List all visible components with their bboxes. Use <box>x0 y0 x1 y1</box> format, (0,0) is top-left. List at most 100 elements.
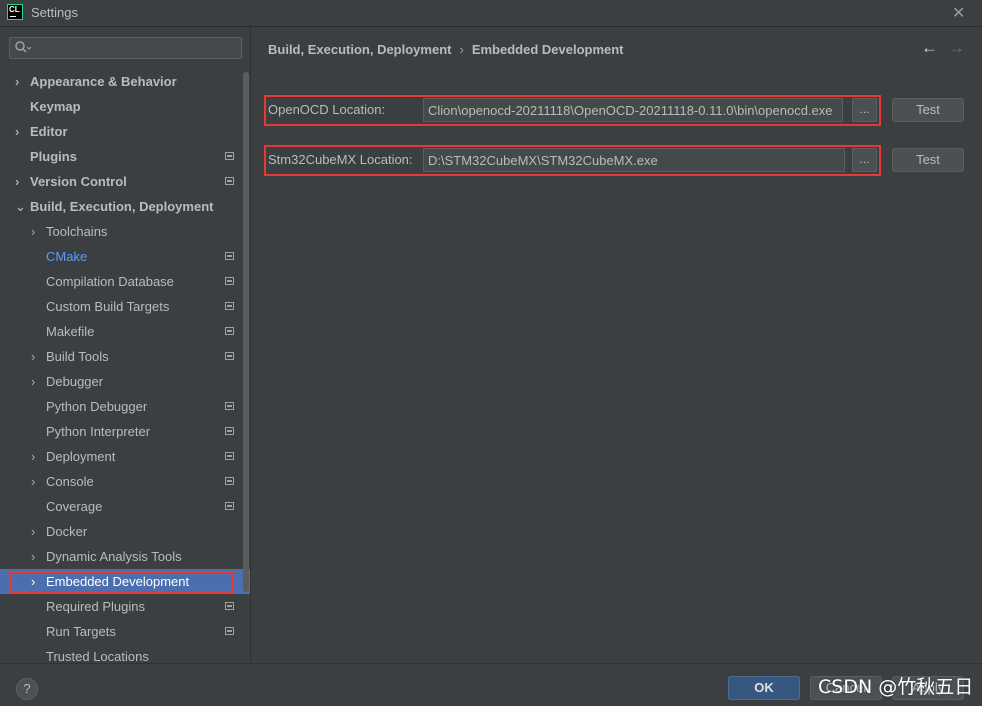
sidebar-item-label: Makefile <box>46 324 95 339</box>
sidebar-item-label: Editor <box>30 124 68 139</box>
chevron-right-icon[interactable]: › <box>31 344 35 369</box>
sidebar-item-label: CMake <box>46 249 88 264</box>
sidebar-item-toolchains[interactable]: › Toolchains <box>0 219 250 244</box>
sidebar-item-run-targets[interactable]: Run Targets <box>0 619 250 644</box>
stm32cubemx-location-field[interactable] <box>423 148 845 172</box>
search-input[interactable] <box>34 40 238 58</box>
stm32cubemx-location-input[interactable] <box>428 149 842 171</box>
sidebar-item-keymap[interactable]: Keymap <box>0 94 250 119</box>
chevron-right-icon[interactable]: › <box>15 169 19 194</box>
openocd-test-button[interactable]: Test <box>892 98 964 122</box>
sidebar-item-label: Dynamic Analysis Tools <box>46 549 182 564</box>
sidebar-item-label: Coverage <box>46 499 103 514</box>
chevron-right-icon[interactable]: › <box>15 119 19 144</box>
sidebar-item-label: Embedded Development <box>46 574 190 589</box>
dialog-footer: ? OK Cancel Apply CSDN @竹秋五日 <box>0 663 982 706</box>
settings-sidebar: › Appearance & Behavior Keymap › Editor Plugi… <box>0 27 250 663</box>
sidebar-item-build-tools[interactable]: › Build Tools <box>0 344 250 369</box>
chevron-down-icon[interactable]: ⌄ <box>15 194 26 219</box>
sidebar-item-console[interactable]: › Console <box>0 469 250 494</box>
ok-button[interactable]: OK <box>728 676 800 700</box>
close-icon[interactable]: ✕ <box>952 3 965 23</box>
search-icon <box>15 41 32 53</box>
chevron-right-icon[interactable]: › <box>31 469 35 494</box>
breadcrumb: Build, Execution, Deployment › Embedded De… <box>268 42 624 57</box>
chevron-right-icon[interactable]: › <box>31 519 35 544</box>
project-level-icon <box>225 302 234 310</box>
openocd-location-field[interactable] <box>423 98 843 122</box>
cancel-button[interactable]: Cancel <box>810 676 882 700</box>
sidebar-item-label: Toolchains <box>46 224 108 239</box>
sidebar-item-label: Build, Execution, Deployment <box>30 199 214 214</box>
sidebar-item-docker[interactable]: › Docker <box>0 519 250 544</box>
sidebar-scrollbar-thumb[interactable] <box>243 72 249 592</box>
project-level-icon <box>225 627 234 635</box>
project-level-icon <box>225 327 234 335</box>
stm32cubemx-browse-button[interactable]: ... <box>852 148 877 172</box>
sidebar-item-appearance-behavior[interactable]: › Appearance & Behavior <box>0 69 250 94</box>
settings-content: Build, Execution, Deployment › Embedded De… <box>251 27 982 663</box>
openocd-location-input[interactable] <box>428 99 842 121</box>
logo-text: CL <box>9 5 20 14</box>
chevron-right-icon[interactable]: › <box>31 544 35 569</box>
project-level-icon <box>225 427 234 435</box>
sidebar-item-label: Appearance & Behavior <box>30 74 177 89</box>
sidebar-item-compilation-database[interactable]: Compilation Database <box>0 269 250 294</box>
sidebar-item-makefile[interactable]: Makefile <box>0 319 250 344</box>
sidebar-item-plugins[interactable]: Plugins <box>0 144 250 169</box>
sidebar-item-build-execution-deployment[interactable]: ⌄ Build, Execution, Deployment <box>0 194 250 219</box>
back-arrow-icon[interactable]: ← <box>921 38 938 58</box>
sidebar-item-label: Compilation Database <box>46 274 174 289</box>
sidebar-item-label: Run Targets <box>46 624 116 639</box>
stm32cubemx-location-label: Stm32CubeMX Location: <box>268 152 413 167</box>
sidebar-item-python-debugger[interactable]: Python Debugger <box>0 394 250 419</box>
chevron-right-icon[interactable]: › <box>31 569 35 594</box>
sidebar-item-required-plugins[interactable]: Required Plugins <box>0 594 250 619</box>
sidebar-item-label: Python Interpreter <box>46 424 151 439</box>
chevron-right-icon[interactable]: › <box>31 219 35 244</box>
sidebar-item-embedded-development[interactable]: › Embedded Development <box>0 569 250 594</box>
project-level-icon <box>225 277 234 285</box>
help-button[interactable]: ? <box>16 678 38 700</box>
settings-tree: › Appearance & Behavior Keymap › Editor Plugi… <box>0 69 250 663</box>
project-level-icon <box>225 152 234 160</box>
project-level-icon <box>225 352 234 360</box>
forward-arrow-icon[interactable]: → <box>948 38 965 58</box>
sidebar-item-editor[interactable]: › Editor <box>0 119 250 144</box>
sidebar-item-dynamic-analysis-tools[interactable]: › Dynamic Analysis Tools <box>0 544 250 569</box>
sidebar-item-label: Docker <box>46 524 88 539</box>
window-title: Settings <box>31 5 78 20</box>
sidebar-item-label: Console <box>46 474 94 489</box>
chevron-right-icon[interactable]: › <box>15 69 19 94</box>
sidebar-item-deployment[interactable]: › Deployment <box>0 444 250 469</box>
project-level-icon <box>225 402 234 410</box>
chevron-right-icon[interactable]: › <box>31 369 35 394</box>
sidebar-item-custom-build-targets[interactable]: Custom Build Targets <box>0 294 250 319</box>
sidebar-item-label: Version Control <box>30 174 127 189</box>
project-level-icon <box>225 452 234 460</box>
breadcrumb-current: Embedded Development <box>471 42 624 57</box>
chevron-right-icon[interactable]: › <box>31 444 35 469</box>
sidebar-item-label: Deployment <box>46 449 116 464</box>
sidebar-item-trusted-locations[interactable]: Trusted Locations <box>0 644 250 663</box>
search-field[interactable] <box>9 37 242 59</box>
breadcrumb-separator: › <box>459 42 464 57</box>
sidebar-item-cmake[interactable]: CMake <box>0 244 250 269</box>
title-bar: CL Settings ✕ <box>0 0 982 27</box>
sidebar-item-label: Keymap <box>30 99 81 114</box>
project-level-icon <box>225 602 234 610</box>
project-level-icon <box>225 177 234 185</box>
openocd-location-label: OpenOCD Location: <box>268 102 386 117</box>
sidebar-item-debugger[interactable]: › Debugger <box>0 369 250 394</box>
sidebar-item-version-control[interactable]: › Version Control <box>0 169 250 194</box>
stm32cubemx-test-button[interactable]: Test <box>892 148 964 172</box>
sidebar-item-coverage[interactable]: Coverage <box>0 494 250 519</box>
sidebar-item-label: Required Plugins <box>46 599 146 614</box>
sidebar-item-label: Python Debugger <box>46 399 148 414</box>
sidebar-item-label: Trusted Locations <box>46 649 149 663</box>
openocd-browse-button[interactable]: ... <box>852 98 877 122</box>
sidebar-item-python-interpreter[interactable]: Python Interpreter <box>0 419 250 444</box>
breadcrumb-parent[interactable]: Build, Execution, Deployment <box>268 42 451 57</box>
project-level-icon <box>225 502 234 510</box>
apply-button[interactable]: Apply <box>892 676 964 700</box>
